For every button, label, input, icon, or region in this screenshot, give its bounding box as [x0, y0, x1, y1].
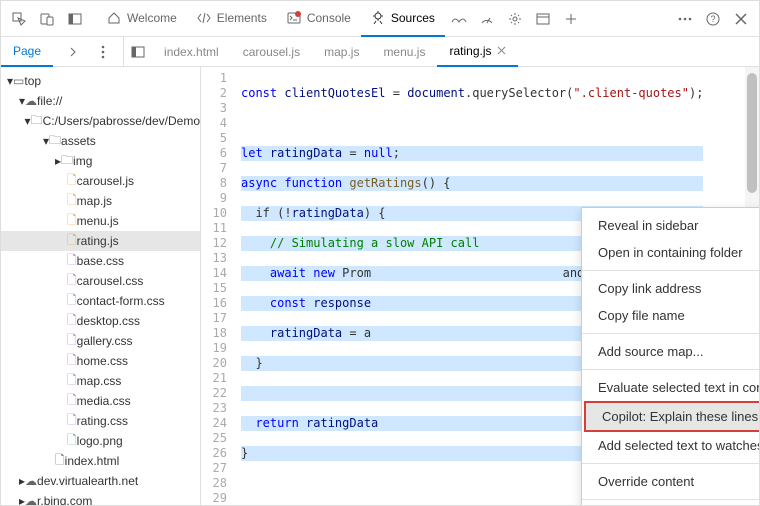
css-file-icon: 🗋 [67, 371, 77, 392]
tree-assets-folder[interactable]: ▾ 🗀 assets [1, 131, 200, 151]
css-file-icon: 🗋 [67, 331, 77, 352]
ctx-add-source-map[interactable]: Add source map... [582, 338, 759, 365]
css-file-icon: 🗋 [67, 311, 77, 332]
code-editor[interactable]: 1234567891011121314151617181920212223242… [201, 67, 759, 505]
ctx-open-folder[interactable]: Open in containing folder [582, 239, 759, 266]
cloud-icon: ☁ [25, 494, 37, 505]
tree-file-html[interactable]: 🗋 index.html [1, 451, 200, 471]
ctx-copy-filename[interactable]: Copy file name [582, 302, 759, 329]
js-file-icon: 🗋 [67, 231, 77, 252]
folder-icon: 🗀 [49, 131, 61, 152]
ctx-evaluate-console[interactable]: Evaluate selected text in console [582, 374, 759, 401]
tree-domain[interactable]: ▸ ☁ dev.virtualearth.net [1, 471, 200, 491]
close-tab-icon[interactable] [497, 46, 506, 55]
folder-icon: 🗀 [31, 111, 43, 132]
tab-console[interactable]: Console [277, 1, 361, 37]
tab-welcome[interactable]: Welcome [97, 1, 187, 37]
tree-file-png[interactable]: 🗋 logo.png [1, 431, 200, 451]
tree-file-css[interactable]: 🗋 base.css [1, 251, 200, 271]
close-icon[interactable] [727, 5, 755, 33]
tree-file-js[interactable]: 🗋 map.js [1, 191, 200, 211]
tab-sources[interactable]: Sources [361, 1, 445, 37]
tree-file-css[interactable]: 🗋 desktop.css [1, 311, 200, 331]
file-nav-icon[interactable] [124, 38, 152, 66]
js-file-icon: 🗋 [67, 171, 77, 192]
tree-file-scheme[interactable]: ▾ ☁ file:// [1, 91, 200, 111]
js-file-icon: 🗋 [67, 211, 77, 232]
tree-file-css[interactable]: 🗋 home.css [1, 351, 200, 371]
tree-file-css[interactable]: 🗋 map.css [1, 371, 200, 391]
context-menu: Reveal in sidebar Open in containing fol… [581, 207, 759, 505]
svg-text:?: ? [710, 14, 715, 24]
tree-domain[interactable]: ▸ ☁ r.bing.com [1, 491, 200, 505]
file-tab-carousel[interactable]: carousel.js [231, 37, 312, 67]
cloud-icon: ☁ [25, 474, 37, 488]
css-file-icon: 🗋 [67, 271, 77, 292]
tree-top[interactable]: ▾ ▭ top [1, 71, 200, 91]
tree-file-css[interactable]: 🗋 rating.css [1, 411, 200, 431]
more-icon[interactable] [671, 5, 699, 33]
tree-file-rating-js[interactable]: 🗋 rating.js [1, 231, 200, 251]
css-file-icon: 🗋 [67, 411, 77, 432]
tree-file-css[interactable]: 🗋 gallery.css [1, 331, 200, 351]
css-file-icon: 🗋 [67, 391, 77, 412]
tree-file-css[interactable]: 🗋 media.css [1, 391, 200, 411]
app-icon[interactable] [529, 5, 557, 33]
tree-img-folder[interactable]: ▸ 🗀 img [1, 151, 200, 171]
ctx-copilot-explain[interactable]: Copilot: Explain these lines of code [586, 403, 759, 430]
top-toolbar: Welcome Elements Console Sources ? [1, 1, 759, 37]
scroll-thumb[interactable] [747, 73, 757, 193]
image-file-icon: 🗋 [67, 431, 77, 452]
file-tab-index[interactable]: index.html [152, 37, 231, 67]
file-tab-menu[interactable]: menu.js [371, 37, 437, 67]
performance-icon[interactable] [473, 5, 501, 33]
css-file-icon: 🗋 [67, 351, 77, 372]
js-file-icon: 🗋 [67, 191, 77, 212]
settings-icon[interactable] [501, 5, 529, 33]
ctx-copy-link[interactable]: Copy link address [582, 275, 759, 302]
tree-file-css[interactable]: 🗋 carousel.css [1, 271, 200, 291]
ctx-override-content[interactable]: Override content [582, 468, 759, 495]
html-file-icon: 🗋 [55, 451, 65, 472]
inspect-icon[interactable] [5, 5, 33, 33]
css-file-icon: 🗋 [67, 291, 77, 312]
sub-toolbar: Page index.html carousel.js map.js menu.… [1, 37, 759, 67]
more-pane-icon[interactable] [59, 38, 87, 66]
cloud-icon: ☁ [25, 94, 37, 108]
file-tree: ▾ ▭ top ▾ ☁ file:// ▾ 🗀 C:/Users/pabross… [1, 67, 201, 505]
dock-icon[interactable] [61, 5, 89, 33]
device-icon[interactable] [33, 5, 61, 33]
file-tab-rating[interactable]: rating.js [437, 37, 517, 67]
add-tab-icon[interactable] [557, 5, 585, 33]
tree-file-css[interactable]: 🗋 contact-form.css [1, 291, 200, 311]
tree-demo-folder[interactable]: ▾ 🗀 C:/Users/pabrosse/dev/Demo [1, 111, 200, 131]
network-icon[interactable] [445, 5, 473, 33]
ctx-reveal-sidebar[interactable]: Reveal in sidebar [582, 212, 759, 239]
tab-elements[interactable]: Elements [187, 1, 277, 37]
kebab-icon[interactable] [89, 38, 117, 66]
tree-file-js[interactable]: 🗋 carousel.js [1, 171, 200, 191]
file-tab-map[interactable]: map.js [312, 37, 371, 67]
line-gutter: 1234567891011121314151617181920212223242… [201, 67, 235, 505]
help-icon[interactable]: ? [699, 5, 727, 33]
folder-icon: 🗀 [61, 151, 73, 172]
page-pane-tab[interactable]: Page [1, 37, 53, 67]
tree-file-js[interactable]: 🗋 menu.js [1, 211, 200, 231]
css-file-icon: 🗋 [67, 251, 77, 272]
ctx-save-as[interactable]: Save as... [582, 504, 759, 505]
ctx-add-watches[interactable]: Add selected text to watches [582, 432, 759, 459]
